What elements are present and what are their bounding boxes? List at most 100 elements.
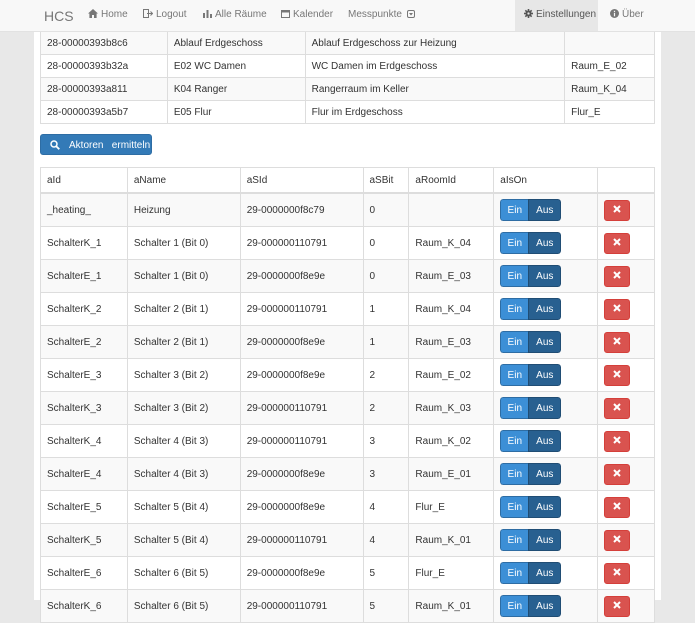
close-icon [613,238,621,246]
delete-button[interactable] [604,199,631,221]
delete-button[interactable] [604,562,631,584]
nav-home[interactable]: Home [88,0,128,31]
ein-button[interactable]: Ein [500,298,529,320]
sensor-room-cell: Raum_K_04 [564,77,655,101]
aison-cell: Ein Aus [493,358,599,392]
brand-logo[interactable]: HCS [44,8,74,24]
aison-cell: Ein Aus [493,556,599,590]
close-icon [613,403,621,411]
on-off-toggle: Ein Aus [500,232,562,254]
ein-button[interactable]: Ein [500,232,529,254]
sensor-row: 28-00000393a5b7 E05 Flur Flur im Erdgescho… [40,100,655,124]
ein-button[interactable]: Ein [500,595,529,617]
aid-cell: SchalterE_3 [40,358,128,392]
aus-button[interactable]: Aus [528,397,562,419]
aname-cell: Schalter 1 (Bit 0) [126,226,241,260]
ein-button[interactable]: Ein [500,463,529,485]
on-off-toggle: Ein Aus [500,265,562,287]
actions-cell [597,325,655,359]
asid-cell: 29-000000110791 [239,292,364,326]
aid-cell: SchalterK_6 [40,589,128,623]
actions-cell [597,457,655,491]
actions-cell [597,358,655,392]
aison-cell: Ein Aus [493,226,599,260]
sensor-table: 28-00000393b8c6 Ablauf Erdgeschoss Ablauf … [40,31,655,124]
sensor-id-cell: 28-00000393b32a [40,54,168,78]
aroomid-cell: Raum_E_01 [408,457,495,491]
nav-logout[interactable]: Logout [143,0,187,31]
delete-button[interactable] [604,529,631,551]
aus-button[interactable]: Aus [528,463,562,485]
header-asbit: aSBit [362,167,410,194]
header-aroomid: aRoomId [408,167,495,194]
asbit-cell: 5 [362,589,410,623]
delete-button[interactable] [604,430,631,452]
delete-button[interactable] [604,397,631,419]
on-off-toggle: Ein Aus [500,529,562,551]
on-off-toggle: Ein Aus [500,430,562,452]
asid-cell: 29-000000110791 [239,424,364,458]
aus-button[interactable]: Aus [528,430,562,452]
ein-button[interactable]: Ein [500,529,529,551]
ein-button[interactable]: Ein [500,199,529,221]
aus-button[interactable]: Aus [528,562,562,584]
nav-ueber[interactable]: Über [610,0,644,31]
actor-row: SchalterE_6 Schalter 6 (Bit 5) 29-0000000f… [40,556,655,590]
aus-button[interactable]: Aus [528,496,562,518]
aname-cell: Schalter 5 (Bit 4) [126,490,241,524]
aktoren-ermitteln-button[interactable]: Aktoren ermitteln [40,134,152,155]
aroomid-cell: Raum_K_04 [408,226,495,260]
calendar-icon [281,10,290,18]
aus-button[interactable]: Aus [528,199,562,221]
sensor-name-cell: E05 Flur [166,100,306,124]
aus-button[interactable]: Aus [528,265,562,287]
delete-button[interactable] [604,232,631,254]
on-off-toggle: Ein Aus [500,496,562,518]
delete-button[interactable] [604,496,631,518]
ein-button[interactable]: Ein [500,562,529,584]
aus-button[interactable]: Aus [528,364,562,386]
aison-cell: Ein Aus [493,589,599,623]
aname-cell: Schalter 3 (Bit 2) [126,358,241,392]
aus-button[interactable]: Aus [528,331,562,353]
asbit-cell: 5 [362,556,410,590]
on-off-toggle: Ein Aus [500,364,562,386]
actor-row: SchalterK_1 Schalter 1 (Bit 0) 29-00000011… [40,226,655,260]
nav-einstellungen[interactable]: Einstellungen [515,0,598,31]
header-asid: aSId [239,167,364,194]
actions-cell [597,424,655,458]
ein-button[interactable]: Ein [500,364,529,386]
delete-button[interactable] [604,265,631,287]
asbit-cell: 3 [362,424,410,458]
delete-button[interactable] [604,463,631,485]
sensor-row: 28-00000393a811 K04 Ranger Rangerraum im K… [40,77,655,101]
aison-cell: Ein Aus [493,391,599,425]
ein-button[interactable]: Ein [500,265,529,287]
aus-button[interactable]: Aus [528,232,562,254]
delete-button[interactable] [604,298,631,320]
aus-button[interactable]: Aus [528,529,562,551]
ein-button[interactable]: Ein [500,397,529,419]
delete-button[interactable] [604,595,631,617]
info-icon [610,9,619,18]
on-off-toggle: Ein Aus [500,298,562,320]
aus-button[interactable]: Aus [528,595,562,617]
actions-cell [597,589,655,623]
ein-button[interactable]: Ein [500,496,529,518]
actor-row: _heating_ Heizung 29-0000000f8c79 0 Ein Aus [40,192,655,227]
aid-cell: SchalterE_2 [40,325,128,359]
aid-cell: _heating_ [40,192,128,227]
nav-kalender[interactable]: Kalender [281,0,333,31]
actions-cell [597,490,655,524]
aname-cell: Schalter 4 (Bit 3) [126,457,241,491]
ein-button[interactable]: Ein [500,430,529,452]
aname-cell: Schalter 1 (Bit 0) [126,259,241,293]
nav-alle-raeume[interactable]: Alle Räume [203,0,267,31]
aus-button[interactable]: Aus [528,298,562,320]
ein-button[interactable]: Ein [500,331,529,353]
nav-messpunkte-dropdown[interactable]: Messpunkte [348,0,418,31]
delete-button[interactable] [604,364,631,386]
delete-button[interactable] [604,331,631,353]
sensor-room-cell: Flur_E [564,100,655,124]
sensor-row: 28-00000393b32a E02 WC Damen WC Damen im E… [40,54,655,78]
